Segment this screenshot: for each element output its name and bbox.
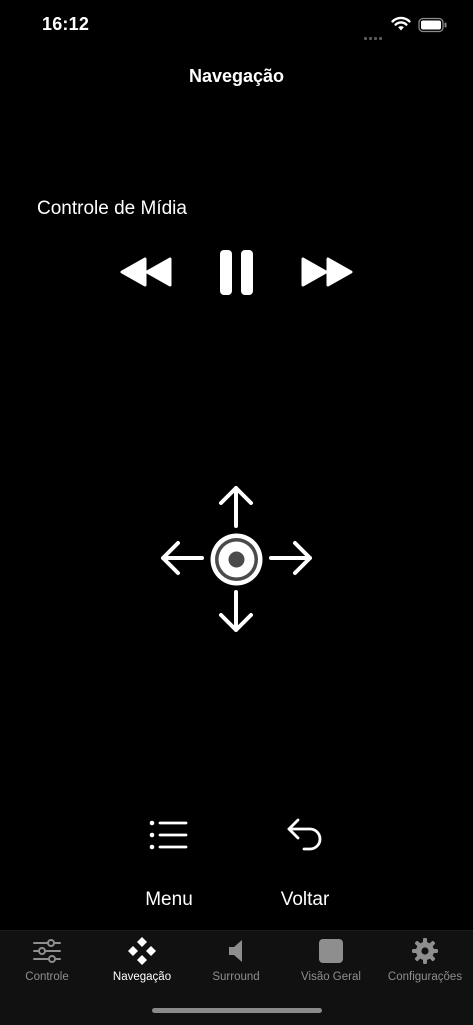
speaker-icon [225, 937, 247, 965]
arrow-right-icon [269, 541, 312, 575]
home-indicator[interactable] [152, 1008, 322, 1013]
media-section-title: Controle de Mídia [37, 198, 187, 219]
dpad-up-button[interactable] [216, 484, 256, 530]
rewind-button[interactable] [119, 255, 175, 289]
dpad-select-button[interactable] [209, 532, 264, 587]
status-time: 16:12 [42, 14, 90, 34]
square-icon [318, 937, 344, 965]
tab-controle[interactable]: Controle [8, 931, 86, 991]
fast-forward-button[interactable] [298, 255, 354, 289]
menu-label: Menu [145, 889, 193, 910]
dpad-down-button[interactable] [216, 588, 256, 634]
tab-label: Configurações [387, 971, 463, 983]
tab-label: Navegação [112, 971, 172, 983]
arrow-left-icon [161, 541, 204, 575]
menu-button[interactable]: Menu [140, 812, 198, 912]
undo-arrow-icon [287, 818, 322, 851]
rewind-icon [120, 257, 172, 287]
dpad-left-button[interactable] [158, 538, 206, 578]
tab-configuracoes[interactable]: Configurações [382, 931, 468, 991]
select-center-icon [210, 533, 263, 586]
arrow-down-icon [219, 590, 253, 632]
sliders-icon [32, 937, 62, 965]
wifi-icon [391, 16, 411, 32]
list-icon [149, 820, 188, 850]
back-label: Voltar [280, 889, 330, 910]
tab-surround[interactable]: Surround [196, 931, 276, 991]
pause-icon [220, 250, 253, 295]
fast-forward-icon [301, 257, 353, 287]
tab-navegacao[interactable]: Navegação [102, 931, 182, 991]
cellular-signal-icon [364, 27, 386, 40]
tab-label: Surround [212, 971, 260, 983]
page-title: Navegação [188, 66, 285, 86]
pause-button[interactable] [218, 249, 256, 295]
dpad-right-button[interactable] [267, 538, 315, 578]
tab-visao-geral[interactable]: Visão Geral [290, 931, 372, 991]
tab-label: Controle [25, 971, 69, 983]
gamepad-dpad-icon [127, 937, 157, 965]
battery-icon [418, 17, 448, 33]
back-button[interactable]: Voltar [272, 812, 338, 912]
gear-icon [411, 937, 439, 965]
tab-label: Visão Geral [301, 971, 361, 983]
arrow-up-icon [219, 486, 253, 528]
